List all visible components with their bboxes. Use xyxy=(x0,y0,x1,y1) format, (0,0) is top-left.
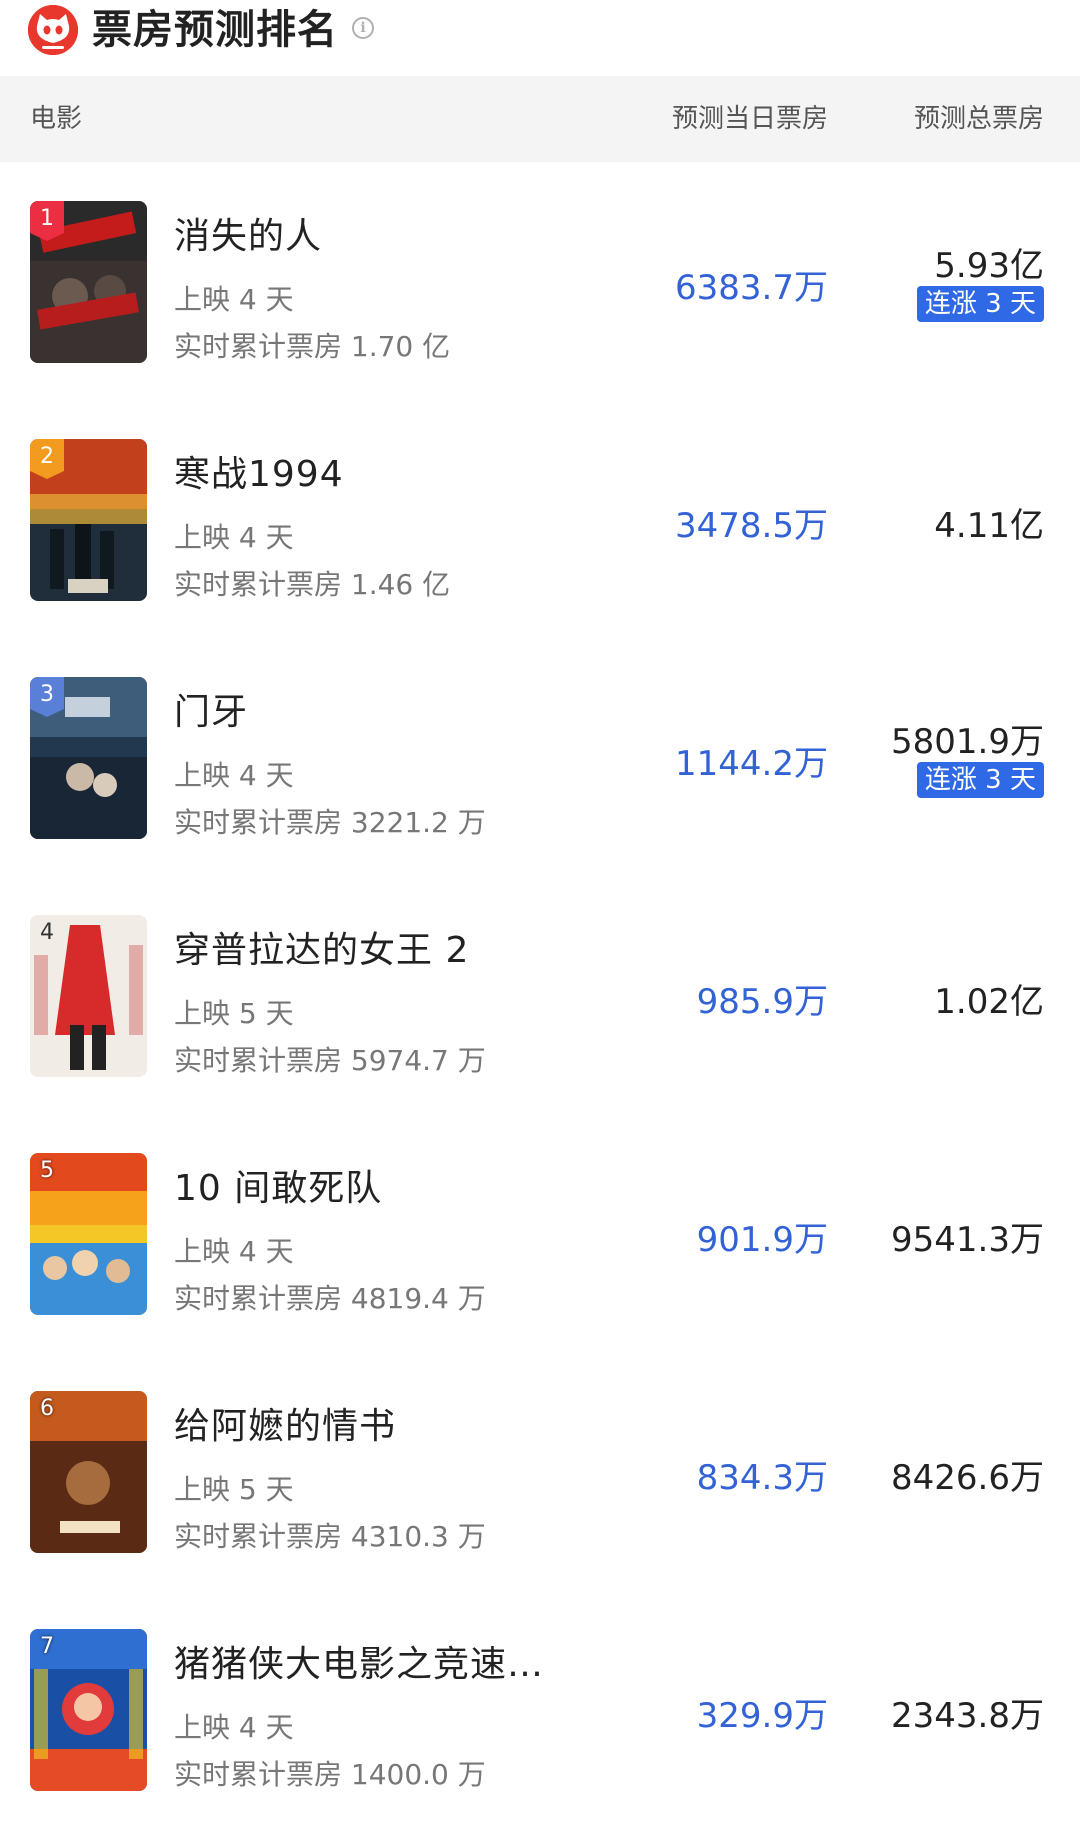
release-days: 上映 4 天 xyxy=(174,759,294,792)
column-day-box[interactable]: 预测当日票房 xyxy=(672,76,828,162)
cumulative-box-office: 实时累计票房 1.46 亿 xyxy=(174,568,451,601)
movie-poster[interactable]: 2 xyxy=(30,439,147,601)
movie-row[interactable]: 6 给阿嬷的情书 上映 5 天 实时累计票房 4310.3 万 834.3万 8… xyxy=(0,1352,1080,1590)
movie-poster[interactable]: 3 xyxy=(30,677,147,839)
rank-badge: 5 xyxy=(40,1158,54,1183)
predicted-total-box-office: 4.11亿 xyxy=(934,506,1044,546)
predicted-total-box-office: 5.93亿 xyxy=(934,246,1044,286)
release-days: 上映 4 天 xyxy=(174,1711,294,1744)
predicted-day-box-office: 834.3万 xyxy=(696,1458,828,1498)
cumulative-box-office: 实时累计票房 1400.0 万 xyxy=(174,1758,486,1791)
predicted-total-box-office: 2343.8万 xyxy=(891,1696,1044,1736)
release-days: 上映 4 天 xyxy=(174,1235,294,1268)
cumulative-box-office: 实时累计票房 5974.7 万 xyxy=(174,1044,486,1077)
predicted-day-box-office: 901.9万 xyxy=(696,1220,828,1260)
rank-badge: 6 xyxy=(40,1396,54,1421)
movie-row[interactable]: 2 寒战1994 上映 4 天 实时累计票房 1.46 亿 3478.5万 4.… xyxy=(0,400,1080,638)
rising-streak-badge: 连涨 3 天 xyxy=(916,286,1044,322)
predicted-total-box-office: 9541.3万 xyxy=(891,1220,1044,1260)
rising-streak-badge: 连涨 3 天 xyxy=(916,762,1044,798)
cumulative-box-office: 实时累计票房 4310.3 万 xyxy=(174,1520,486,1553)
predicted-day-box-office: 1144.2万 xyxy=(675,744,828,784)
predicted-day-box-office: 329.9万 xyxy=(696,1696,828,1736)
rank-badge: 4 xyxy=(40,920,54,945)
movie-title[interactable]: 穿普拉达的女王 2 xyxy=(174,921,469,973)
movie-poster[interactable]: 6 xyxy=(30,1391,147,1553)
cumulative-box-office: 实时累计票房 1.70 亿 xyxy=(174,330,451,363)
rank-badge: 1 xyxy=(30,201,64,241)
page-title: 票房预测排名 xyxy=(92,7,338,53)
predicted-total-box-office: 1.02亿 xyxy=(934,982,1044,1022)
movie-poster[interactable]: 4 xyxy=(30,915,147,1077)
release-days: 上映 5 天 xyxy=(174,997,294,1030)
rank-badge: 2 xyxy=(30,439,64,479)
movie-title[interactable]: 门牙 xyxy=(174,683,248,735)
cumulative-box-office: 实时累计票房 4819.4 万 xyxy=(174,1282,486,1315)
movie-poster[interactable]: 7 xyxy=(30,1629,147,1791)
predicted-day-box-office: 985.9万 xyxy=(696,982,828,1022)
movie-title[interactable]: 10 间敢死队 xyxy=(174,1159,382,1211)
release-days: 上映 5 天 xyxy=(174,1473,294,1506)
predicted-total-box-office: 8426.6万 xyxy=(891,1458,1044,1498)
column-header: 电影 预测当日票房 预测总票房 xyxy=(0,76,1080,162)
movie-row[interactable]: 7 猪猪侠大电影之竞速… 上映 4 天 实时累计票房 1400.0 万 329.… xyxy=(0,1590,1080,1828)
app-header: 票房预测排名 i xyxy=(0,0,1080,76)
predicted-day-box-office: 6383.7万 xyxy=(675,268,828,308)
movie-row[interactable]: 1 消失的人 上映 4 天 实时累计票房 1.70 亿 6383.7万 5.93… xyxy=(0,162,1080,400)
movie-title[interactable]: 给阿嬷的情书 xyxy=(174,1397,396,1449)
info-icon[interactable]: i xyxy=(352,17,374,39)
release-days: 上映 4 天 xyxy=(174,283,294,316)
rank-badge: 7 xyxy=(40,1634,54,1659)
movie-row[interactable]: 4 穿普拉达的女王 2 上映 5 天 实时累计票房 5974.7 万 985.9… xyxy=(0,876,1080,1114)
predicted-day-box-office: 3478.5万 xyxy=(675,506,828,546)
movie-row[interactable]: 3 门牙 上映 4 天 实时累计票房 3221.2 万 1144.2万 5801… xyxy=(0,638,1080,876)
movie-poster[interactable]: 5 xyxy=(30,1153,147,1315)
movie-title[interactable]: 猪猪侠大电影之竞速… xyxy=(174,1635,544,1687)
cat-logo-icon xyxy=(28,5,78,55)
movie-title[interactable]: 寒战1994 xyxy=(174,445,344,497)
rank-badge: 3 xyxy=(30,677,64,717)
predicted-total-box-office: 5801.9万 xyxy=(891,722,1044,762)
movie-title[interactable]: 消失的人 xyxy=(174,207,322,259)
column-total-box[interactable]: 预测总票房 xyxy=(914,76,1044,162)
column-movie: 电影 xyxy=(30,104,83,134)
movie-poster[interactable]: 1 xyxy=(30,201,147,363)
cumulative-box-office: 实时累计票房 3221.2 万 xyxy=(174,806,486,839)
movie-row[interactable]: 5 10 间敢死队 上映 4 天 实时累计票房 4819.4 万 901.9万 … xyxy=(0,1114,1080,1352)
release-days: 上映 4 天 xyxy=(174,521,294,554)
